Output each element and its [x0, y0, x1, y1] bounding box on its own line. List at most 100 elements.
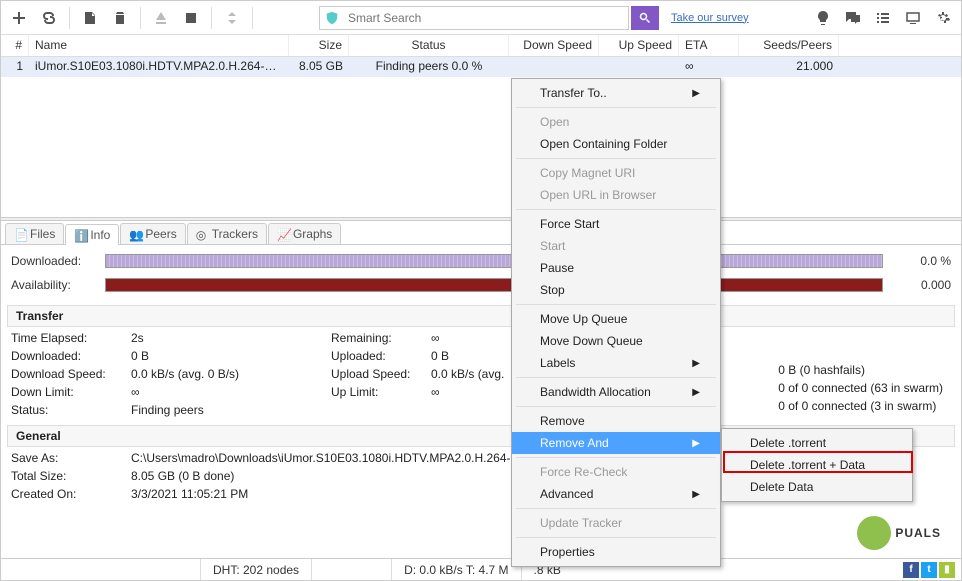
remaining-l: Remaining: — [331, 331, 431, 345]
downloaded-pct: 0.0 % — [891, 254, 951, 268]
watermark-text: PUALS — [895, 526, 941, 540]
search-input[interactable] — [344, 11, 628, 25]
sub-delete-data[interactable]: Delete Data — [722, 476, 912, 498]
ctx-open: Open — [512, 111, 720, 133]
total-size-l: Total Size: — [11, 469, 131, 483]
tab-graphs[interactable]: 📈Graphs — [268, 223, 341, 244]
ctx-move-up[interactable]: Move Up Queue — [512, 308, 720, 330]
tab-trackers-label: Trackers — [212, 227, 258, 241]
android-icon[interactable]: ▮ — [939, 562, 955, 578]
ctx-update-tracker: Update Tracker — [512, 512, 720, 534]
remove-and-submenu: Delete .torrent Delete .torrent + Data D… — [721, 428, 913, 502]
tips-icon[interactable] — [809, 4, 837, 32]
sb-dht: DHT: 202 nodes — [201, 559, 312, 580]
list-icon[interactable] — [869, 4, 897, 32]
watermark: PUALS — [857, 516, 941, 550]
info-section: Downloaded: 0.0 % Availability: 0.000 — [1, 245, 961, 301]
tab-files[interactable]: 📄 Files — [5, 223, 64, 244]
ctx-open-url: Open URL in Browser — [512, 184, 720, 206]
search-box — [319, 6, 629, 30]
time-elapsed-l: Time Elapsed: — [11, 331, 131, 345]
detail-tabs: 📄 Files ℹ️Info 👥Peers ◎ Trackers 📈Graphs — [1, 221, 961, 245]
uplim-l: Up Limit: — [331, 385, 431, 399]
sb-socials: f t ▮ — [903, 562, 961, 578]
col-eta[interactable]: ETA — [679, 35, 739, 56]
status-l: Status: — [11, 403, 131, 417]
ctx-force-recheck: Force Re-Check — [512, 461, 720, 483]
tab-peers[interactable]: 👥Peers — [120, 223, 185, 244]
add-torrent-button[interactable] — [5, 4, 33, 32]
start-button[interactable] — [147, 4, 175, 32]
col-seeds[interactable]: Seeds/Peers — [739, 35, 839, 56]
survey-link[interactable]: Take our survey — [671, 12, 749, 24]
status-bar: DHT: 202 nodes D: 0.0 kB/s T: 4.7 M .8 k… — [1, 558, 961, 580]
ulspeed-l: Upload Speed: — [331, 367, 431, 381]
create-torrent-button[interactable] — [76, 4, 104, 32]
tab-peers-label: Peers — [145, 227, 176, 241]
tab-info-label: Info — [90, 228, 110, 242]
tab-files-label: Files — [30, 227, 55, 241]
torrent-row[interactable]: 1 iUmor.S10E03.1080i.HDTV.MPA2.0.H.264-p… — [1, 57, 961, 77]
downlim-v: ∞ — [131, 385, 331, 399]
dlspeed-l: Download Speed: — [11, 367, 131, 381]
ctx-pause[interactable]: Pause — [512, 257, 720, 279]
ctx-copy-magnet: Copy Magnet URI — [512, 162, 720, 184]
cell-name: iUmor.S10E03.1080i.HDTV.MPA2.0.H.264-pla… — [29, 57, 289, 77]
add-link-button[interactable] — [35, 4, 63, 32]
shield-icon — [320, 11, 344, 25]
ctx-transfer-to[interactable]: Transfer To..▶ — [512, 82, 720, 104]
cell-eta: ∞ — [679, 57, 739, 77]
transfer-head: Transfer — [7, 305, 955, 327]
ctx-bandwidth[interactable]: Bandwidth Allocation▶ — [512, 381, 720, 403]
watermark-avatar — [857, 516, 891, 550]
cell-num: 1 — [1, 57, 29, 77]
downlim-l: Down Limit: — [11, 385, 131, 399]
ctx-start: Start — [512, 235, 720, 257]
ctx-move-down[interactable]: Move Down Queue — [512, 330, 720, 352]
downloaded-v: 0 B — [131, 349, 331, 363]
tab-trackers[interactable]: ◎ Trackers — [187, 223, 267, 244]
sub-delete-torrent[interactable]: Delete .torrent — [722, 432, 912, 454]
facebook-icon[interactable]: f — [903, 562, 919, 578]
move-updown-button[interactable] — [218, 4, 246, 32]
twitter-icon[interactable]: t — [921, 562, 937, 578]
save-as-l: Save As: — [11, 451, 131, 465]
ctx-remove[interactable]: Remove — [512, 410, 720, 432]
peers-stat: 0 of 0 connected (3 in swarm) — [778, 399, 943, 413]
col-num[interactable]: # — [1, 35, 29, 56]
cell-status: Finding peers 0.0 % — [349, 57, 509, 77]
col-status[interactable]: Status — [349, 35, 509, 56]
files-icon: 📄 — [14, 228, 26, 240]
col-size[interactable]: Size — [289, 35, 349, 56]
tab-info[interactable]: ℹ️Info — [65, 224, 119, 245]
ctx-advanced[interactable]: Advanced▶ — [512, 483, 720, 505]
ctx-open-containing[interactable]: Open Containing Folder — [512, 133, 720, 155]
ctx-force-start[interactable]: Force Start — [512, 213, 720, 235]
seeds-stat: 0 of 0 connected (63 in swarm) — [778, 381, 943, 395]
ctx-properties[interactable]: Properties — [512, 541, 720, 563]
ctx-stop[interactable]: Stop — [512, 279, 720, 301]
sb-net: D: 0.0 kB/s T: 4.7 M — [392, 559, 521, 580]
col-name[interactable]: Name — [29, 35, 289, 56]
availability-val: 0.000 — [891, 278, 951, 292]
ctx-remove-and[interactable]: Remove And▶ — [512, 432, 720, 454]
ctx-labels[interactable]: Labels▶ — [512, 352, 720, 374]
uploaded-l: Uploaded: — [331, 349, 431, 363]
stop-button[interactable] — [177, 4, 205, 32]
trackers-icon: ◎ — [196, 228, 208, 240]
search-go-button[interactable] — [631, 6, 659, 30]
col-up[interactable]: Up Speed — [599, 35, 679, 56]
col-down[interactable]: Down Speed — [509, 35, 599, 56]
chat-icon[interactable] — [839, 4, 867, 32]
settings-icon[interactable] — [929, 4, 957, 32]
remote-icon[interactable] — [899, 4, 927, 32]
created-on-l: Created On: — [11, 487, 131, 501]
availability-bar — [105, 278, 883, 292]
downloaded-bar — [105, 254, 883, 268]
cell-up — [599, 57, 679, 77]
graphs-icon: 📈 — [277, 228, 289, 240]
availability-label: Availability: — [11, 278, 97, 292]
table-header: # Name Size Status Down Speed Up Speed E… — [1, 35, 961, 57]
remove-button[interactable] — [106, 4, 134, 32]
sub-delete-torrent-data[interactable]: Delete .torrent + Data — [722, 454, 912, 476]
